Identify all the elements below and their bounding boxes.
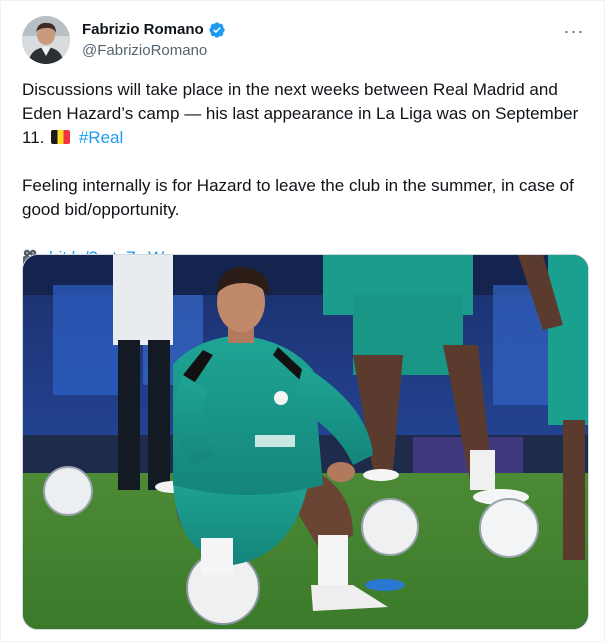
tweet-text: Discussions will take place in the next … [22, 78, 587, 270]
avatar[interactable] [22, 16, 70, 64]
tweet-header: Fabrizio Romano @FabrizioRomano ··· [22, 16, 587, 66]
avatar-image [22, 16, 70, 64]
tweet-media-photo[interactable] [22, 254, 589, 630]
photo-hazard-training [23, 255, 588, 629]
tweet-paragraph-2: Feeling internally is for Hazard to leav… [22, 176, 574, 219]
tweet-card[interactable]: Fabrizio Romano @FabrizioRomano ··· Disc… [0, 0, 605, 642]
hashtag-link[interactable]: #Real [79, 128, 123, 147]
belgium-flag-icon [51, 130, 71, 144]
verified-badge-icon [208, 22, 225, 38]
author-handle[interactable]: @FabrizioRomano [82, 41, 226, 61]
author-info: Fabrizio Romano @FabrizioRomano [82, 20, 226, 61]
display-name[interactable]: Fabrizio Romano [82, 20, 204, 40]
tweet-paragraph-1: Discussions will take place in the next … [22, 78, 587, 150]
more-options-button[interactable]: ··· [561, 18, 587, 44]
